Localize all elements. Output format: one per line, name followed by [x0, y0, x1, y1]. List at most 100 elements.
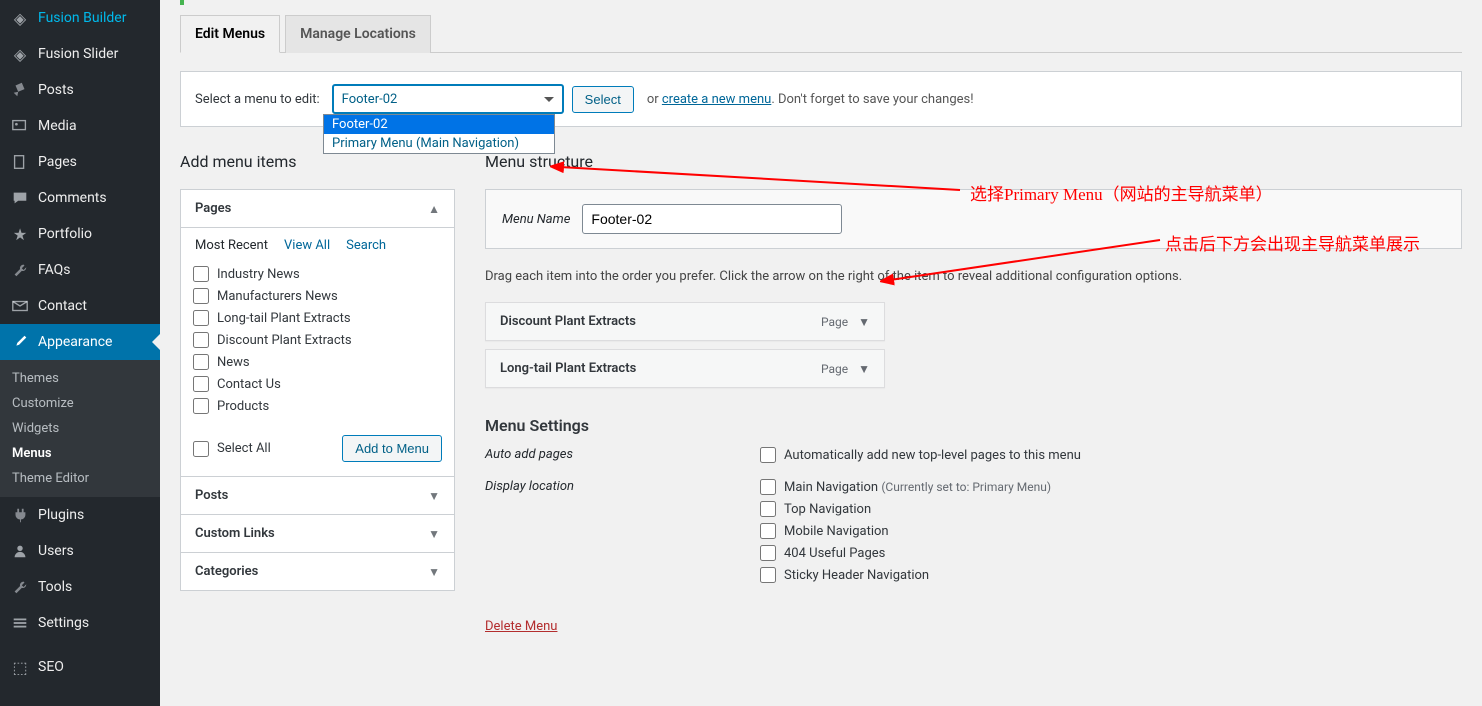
add-menu-items-column: Add menu items Pages▲ Most Recent View A… — [180, 152, 455, 634]
pin-icon — [10, 80, 30, 100]
page-checkbox[interactable] — [193, 332, 209, 348]
tab-edit-menus[interactable]: Edit Menus — [180, 15, 280, 53]
caret-down-icon: ▼ — [428, 527, 440, 541]
select-all-checkbox[interactable] — [193, 441, 209, 457]
sidebar-item-users[interactable]: Users — [0, 533, 160, 569]
notice-border — [180, 0, 1462, 5]
page-icon — [10, 152, 30, 172]
menu-select-dropdown-list: Footer-02 Primary Menu (Main Navigation) — [323, 114, 555, 154]
caret-down-icon: ▼ — [428, 489, 440, 503]
select-all-row: Select All — [193, 438, 271, 460]
tools-icon — [10, 577, 30, 597]
accordion-categories-header[interactable]: Categories▼ — [181, 553, 454, 590]
menu-name-input[interactable] — [582, 204, 842, 234]
user-icon — [10, 541, 30, 561]
admin-sidebar: ◈Fusion Builder ◈Fusion Slider Posts Med… — [0, 0, 160, 706]
accordion-custom-links-header[interactable]: Custom Links▼ — [181, 515, 454, 553]
drag-hint-text: Drag each item into the order you prefer… — [485, 269, 1462, 284]
page-item-row: News — [193, 351, 442, 373]
add-menu-items-heading: Add menu items — [180, 152, 455, 171]
accordion-pages-body: Most Recent View All Search Industry New… — [181, 228, 454, 477]
add-to-menu-button[interactable]: Add to Menu — [342, 435, 442, 462]
submenu-widgets[interactable]: Widgets — [0, 416, 160, 441]
page-item-row: Long-tail Plant Extracts — [193, 307, 442, 329]
submenu-menus[interactable]: Menus — [0, 441, 160, 466]
select-menu-label: Select a menu to edit: — [195, 92, 320, 107]
menu-name-label: Menu Name — [502, 212, 570, 227]
submenu-themes[interactable]: Themes — [0, 366, 160, 391]
or-text: or create a new menu. Don't forget to sa… — [647, 92, 974, 107]
sidebar-item-fusion-slider[interactable]: ◈Fusion Slider — [0, 36, 160, 72]
menu-item-discount[interactable]: Discount Plant Extracts Page▼ — [485, 302, 885, 341]
sidebar-item-contact[interactable]: Contact — [0, 288, 160, 324]
page-item-row: Contact Us — [193, 373, 442, 395]
tab-manage-locations[interactable]: Manage Locations — [285, 15, 431, 53]
sidebar-item-portfolio[interactable]: ★Portfolio — [0, 216, 160, 252]
sidebar-item-tools[interactable]: Tools — [0, 569, 160, 605]
main-content: Edit Menus Manage Locations Select a men… — [160, 0, 1482, 706]
pages-tab-links: Most Recent View All Search — [193, 238, 442, 253]
location-option: Main Navigation (Currently set to: Prima… — [760, 479, 1051, 495]
caret-down-icon: ▼ — [858, 315, 870, 329]
menu-structure-heading: Menu structure — [485, 152, 1462, 171]
create-new-menu-link[interactable]: create a new menu — [662, 92, 771, 107]
comment-icon — [10, 188, 30, 208]
accordion-container: Pages▲ Most Recent View All Search Indus… — [180, 189, 455, 591]
sidebar-item-posts[interactable]: Posts — [0, 72, 160, 108]
sidebar-submenu-appearance: Themes Customize Widgets Menus Theme Edi… — [0, 360, 160, 497]
cube-icon: ◈ — [10, 8, 30, 28]
plugin-icon — [10, 505, 30, 525]
page-checkbox[interactable] — [193, 266, 209, 282]
page-checkbox[interactable] — [193, 288, 209, 304]
menu-settings-heading: Menu Settings — [485, 416, 1462, 435]
location-checkbox[interactable] — [760, 479, 776, 495]
location-option: Mobile Navigation — [760, 523, 1051, 539]
sidebar-item-comments[interactable]: Comments — [0, 180, 160, 216]
location-checkbox[interactable] — [760, 545, 776, 561]
brush-icon — [10, 332, 30, 352]
page-checkbox[interactable] — [193, 310, 209, 326]
mail-icon — [10, 296, 30, 316]
sidebar-item-plugins[interactable]: Plugins — [0, 497, 160, 533]
page-item-row: Manufacturers News — [193, 285, 442, 307]
sidebar-item-media[interactable]: Media — [0, 108, 160, 144]
nav-tabs: Edit Menus Manage Locations — [180, 15, 1462, 53]
accordion-pages-header[interactable]: Pages▲ — [181, 190, 454, 228]
wrench-icon — [10, 260, 30, 280]
media-icon — [10, 116, 30, 136]
sidebar-item-seo[interactable]: ⬚SEO — [0, 649, 160, 685]
page-checkbox[interactable] — [193, 398, 209, 414]
sidebar-item-pages[interactable]: Pages — [0, 144, 160, 180]
menu-select-dropdown[interactable]: Footer-02 — [332, 84, 564, 114]
menu-item-longtail[interactable]: Long-tail Plant Extracts Page▼ — [485, 349, 885, 388]
location-option: 404 Useful Pages — [760, 545, 1051, 561]
sidebar-item-appearance[interactable]: Appearance — [0, 324, 160, 360]
auto-add-label: Auto add pages — [485, 447, 760, 469]
tablink-most-recent[interactable]: Most Recent — [195, 238, 268, 253]
dropdown-option-primary-menu[interactable]: Primary Menu (Main Navigation) — [324, 134, 554, 153]
location-checkbox[interactable] — [760, 523, 776, 539]
accordion-posts-header[interactable]: Posts▼ — [181, 477, 454, 515]
location-option: Sticky Header Navigation — [760, 567, 1051, 583]
sidebar-item-fusion-builder[interactable]: ◈Fusion Builder — [0, 0, 160, 36]
delete-menu-link[interactable]: Delete Menu — [485, 619, 557, 634]
caret-down-icon: ▼ — [858, 362, 870, 376]
location-checkbox[interactable] — [760, 501, 776, 517]
tablink-search[interactable]: Search — [346, 238, 386, 253]
submenu-customize[interactable]: Customize — [0, 391, 160, 416]
page-checkbox[interactable] — [193, 376, 209, 392]
sidebar-item-settings[interactable]: Settings — [0, 605, 160, 641]
dropdown-option-footer02[interactable]: Footer-02 — [324, 115, 554, 134]
submenu-theme-editor[interactable]: Theme Editor — [0, 466, 160, 491]
sidebar-item-faqs[interactable]: FAQs — [0, 252, 160, 288]
auto-add-checkbox[interactable] — [760, 447, 776, 463]
menu-select-bar: Select a menu to edit: Footer-02 Footer-… — [180, 71, 1462, 127]
tablink-view-all[interactable]: View All — [284, 238, 330, 253]
page-item-row: Discount Plant Extracts — [193, 329, 442, 351]
caret-down-icon: ▼ — [428, 565, 440, 579]
location-checkbox[interactable] — [760, 567, 776, 583]
select-button[interactable]: Select — [572, 86, 634, 113]
cube-icon: ◈ — [10, 44, 30, 64]
menu-structure-column: Menu structure Menu Name Drag each item … — [485, 152, 1462, 634]
page-checkbox[interactable] — [193, 354, 209, 370]
